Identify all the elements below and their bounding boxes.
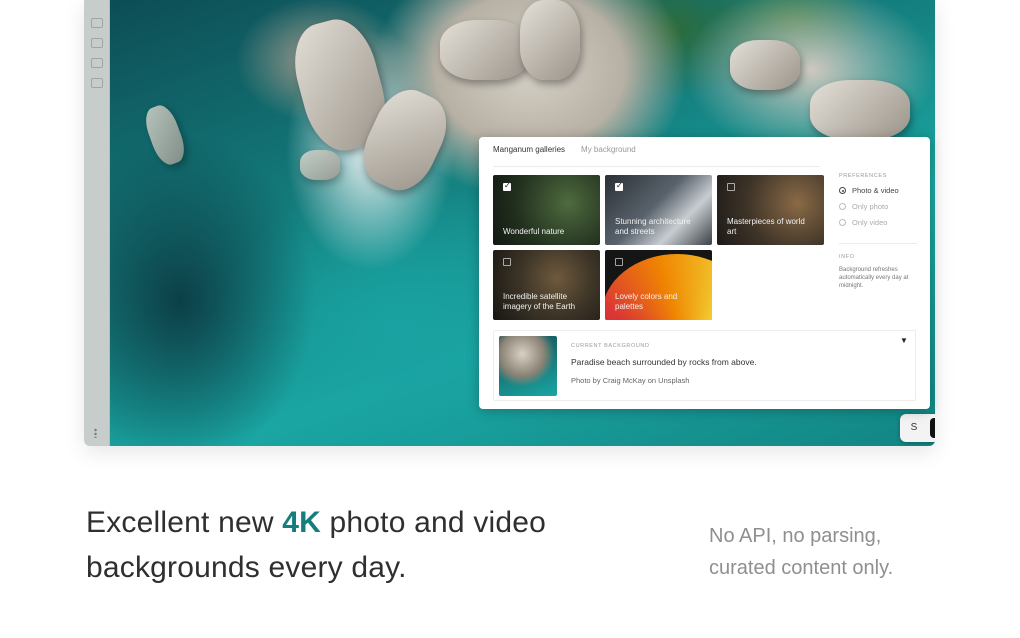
radio-only-video[interactable]: Only video [839,218,919,227]
credit-prefix: Photo by [571,376,601,385]
panel-tabs: Manganum galleries My background [493,145,636,167]
current-background-description: Paradise beach surrounded by rocks from … [571,357,757,367]
tile-label: Wonderful nature [503,227,565,236]
author-link[interactable]: Craig McKay [603,376,646,385]
s-icon[interactable]: S [908,422,920,434]
rock [140,101,190,169]
source-link[interactable]: Unsplash [658,376,689,385]
radio-photo-video[interactable]: Photo & video [839,186,919,195]
checkbox[interactable] [503,181,511,191]
rail-icon[interactable] [91,78,103,88]
gallery-tile-architecture[interactable]: Stunning architecture and streets [605,175,712,245]
tab-my-background[interactable]: My background [581,145,636,167]
radio-label: Photo & video [852,186,899,195]
rock [810,80,910,140]
checkbox[interactable] [503,258,511,266]
info-caption: INFO [839,254,855,260]
current-background-card: CURRENT BACKGROUND Paradise beach surrou… [493,330,916,401]
more-icon[interactable] [94,428,97,438]
divider [839,243,917,244]
rail-icon[interactable] [91,58,103,68]
photo-credit: Photo by Craig McKay on Unsplash [571,376,689,385]
headline-highlight: 4K [282,506,321,539]
radio-label: Only photo [852,202,889,211]
checkbox[interactable] [615,181,623,191]
rock [520,0,580,80]
gallery-tile-satellite[interactable]: Incredible satellite imagery of the Eart… [493,250,600,320]
headline-text: Excellent new [86,506,283,539]
current-background-thumbnail [499,336,557,396]
rock [300,150,340,180]
rock [730,40,800,90]
radio-label: Only video [852,218,888,227]
radio-only-photo[interactable]: Only photo [839,202,919,211]
checkbox[interactable] [615,258,623,266]
rail-icon[interactable] [91,18,103,28]
view-toggle[interactable]: S [900,414,935,442]
rail-icon[interactable] [91,38,103,48]
gallery-panel: Manganum galleries My background Wonderf… [479,137,930,409]
tab-manganum-galleries[interactable]: Manganum galleries [493,145,566,167]
tab-divider [493,166,820,167]
gallery-tile-art[interactable]: Masterpieces of world art [717,175,824,245]
radio-dot[interactable] [839,203,846,210]
frame-icon[interactable] [930,418,935,438]
preferences-caption: PREFERENCES [839,173,887,179]
tile-label: Lovely colors and palettes [615,292,678,311]
preferences-column: PREFERENCES Photo & video Only photo Onl… [839,173,919,290]
credit-middle: on [647,376,657,385]
tile-label: Incredible satellite imagery of the Eart… [503,292,576,311]
radio-dot[interactable] [839,219,846,226]
current-background-caption: CURRENT BACKGROUND [571,343,650,349]
download-icon[interactable]: ▼ [899,337,909,345]
radio-dot[interactable] [839,187,846,194]
tagline: No API, no parsing, curated content only… [709,525,894,579]
headline: Excellent new 4K photo and video backgro… [86,500,606,590]
rock [440,20,530,80]
gallery-tile-colors[interactable]: Lovely colors and palettes [605,250,712,320]
gallery-tile-nature[interactable]: Wonderful nature [493,175,600,245]
tile-label: Masterpieces of world art [727,217,805,236]
info-text: Background refreshes automatically every… [839,267,909,289]
left-rail [84,0,110,446]
checkbox[interactable] [727,183,735,191]
tile-label: Stunning architecture and streets [615,217,691,236]
